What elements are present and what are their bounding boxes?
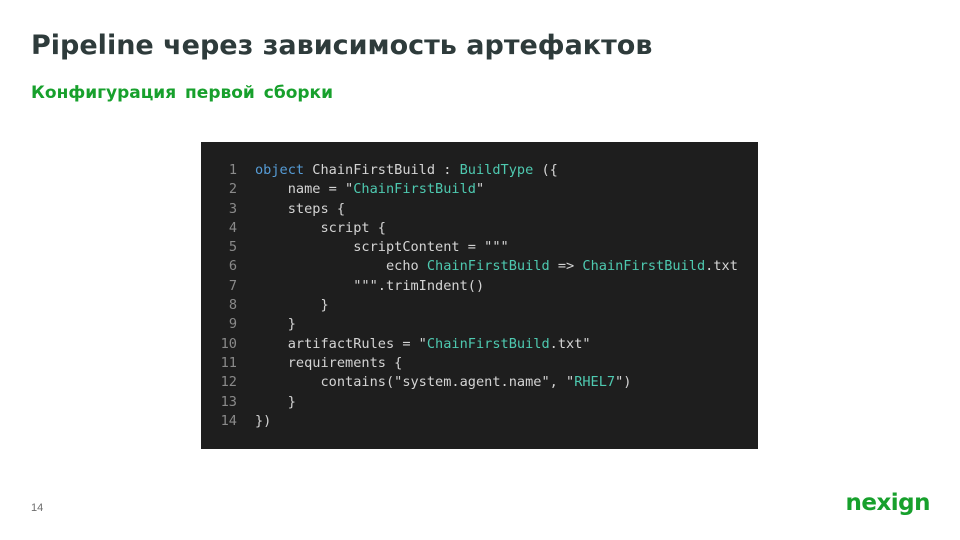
code-text: requirements { [237, 354, 403, 373]
code-token: .txt" [549, 335, 591, 352]
code-token: object [255, 162, 305, 178]
code-token: } [255, 297, 329, 314]
code-text: object ChainFirstBuild : BuildType ({ [237, 161, 558, 180]
code-token: }) [255, 412, 272, 429]
code-token: scriptContent = """ [255, 239, 509, 256]
code-text: steps { [237, 200, 345, 219]
code-text: name = "ChainFirstBuild" [237, 180, 484, 199]
line-number: 8 [228, 297, 237, 314]
code-token: echo [255, 258, 427, 275]
code-line: 2 name = "ChainFirstBuild" [201, 180, 758, 199]
code-token: ChainFirstBuild [426, 335, 550, 352]
code-text: } [237, 296, 329, 315]
line-number: 13 [220, 393, 237, 410]
code-token: steps { [255, 200, 346, 217]
code-line: 1 object ChainFirstBuild : BuildType ({ [201, 161, 758, 180]
line-number: 5 [228, 239, 237, 256]
code-token: ChainFirstBuild [426, 258, 550, 275]
code-token: RHEL7 [574, 374, 616, 391]
code-token: name = " [255, 181, 354, 198]
code-text: } [237, 315, 296, 334]
slide-number: 14 [31, 502, 44, 514]
code-line: 10 artifactRules = "ChainFirstBuild.txt" [201, 335, 758, 354]
line-number: 2 [228, 181, 237, 198]
code-line: 5 scriptContent = """ [201, 238, 758, 257]
line-number: 14 [220, 412, 237, 429]
code-token: script { [255, 219, 386, 236]
line-number: 9 [228, 316, 237, 333]
code-token: } [255, 316, 296, 333]
code-text: """.trimIndent() [237, 277, 484, 296]
code-line: 11 requirements { [201, 354, 758, 373]
code-token: .txt [705, 258, 738, 275]
code-text: script { [237, 219, 386, 238]
code-token: => [549, 258, 583, 275]
line-number: 1 [228, 162, 237, 178]
code-text: contains("system.agent.name", "RHEL7") [237, 373, 631, 392]
line-number: 11 [220, 354, 237, 371]
code-line: 12 contains("system.agent.name", "RHEL7"… [201, 373, 758, 392]
code-text: echo ChainFirstBuild => ChainFirstBuild.… [237, 257, 738, 276]
code-text: } [237, 393, 296, 412]
code-token: ") [615, 374, 632, 391]
code-text: artifactRules = "ChainFirstBuild.txt" [237, 335, 591, 354]
code-line: 3 steps { [201, 200, 758, 219]
nexign-logo: nexign [845, 490, 930, 516]
code-token: ChainFirstBuild [353, 181, 476, 198]
code-text: scriptContent = """ [237, 238, 509, 257]
code-line: 7 """.trimIndent() [201, 277, 758, 296]
code-token: BuildType [459, 162, 534, 178]
code-token: artifactRules = " [255, 335, 427, 352]
line-number: 12 [220, 374, 237, 391]
code-token: """.trimIndent() [255, 277, 485, 294]
code-token: contains("system.agent.name", " [255, 374, 575, 391]
code-line: 9 } [201, 315, 758, 334]
line-number: 6 [228, 258, 237, 275]
code-token: ChainFirstBuild : [304, 162, 460, 178]
line-number: 10 [220, 335, 237, 352]
code-text: }) [237, 412, 271, 431]
code-line: 6 echo ChainFirstBuild => ChainFirstBuil… [201, 257, 758, 276]
line-number: 4 [228, 219, 237, 236]
code-line: 8 } [201, 296, 758, 315]
code-line: 4 script { [201, 219, 758, 238]
code-line: 13 } [201, 393, 758, 412]
code-token: ChainFirstBuild [582, 258, 706, 275]
code-token: " [475, 181, 485, 198]
code-token: ({ [533, 162, 558, 178]
slide-subtitle: Конфигурация первой сборки [31, 83, 334, 103]
line-number: 7 [228, 277, 237, 294]
code-token: requirements { [255, 354, 403, 371]
code-block: 1 object ChainFirstBuild : BuildType ({2 … [201, 142, 758, 449]
code-token: } [255, 393, 296, 410]
slide-title: Pipeline через зависимость артефактов [31, 30, 653, 61]
line-number: 3 [228, 200, 237, 217]
code-line: 14}) [201, 412, 758, 431]
